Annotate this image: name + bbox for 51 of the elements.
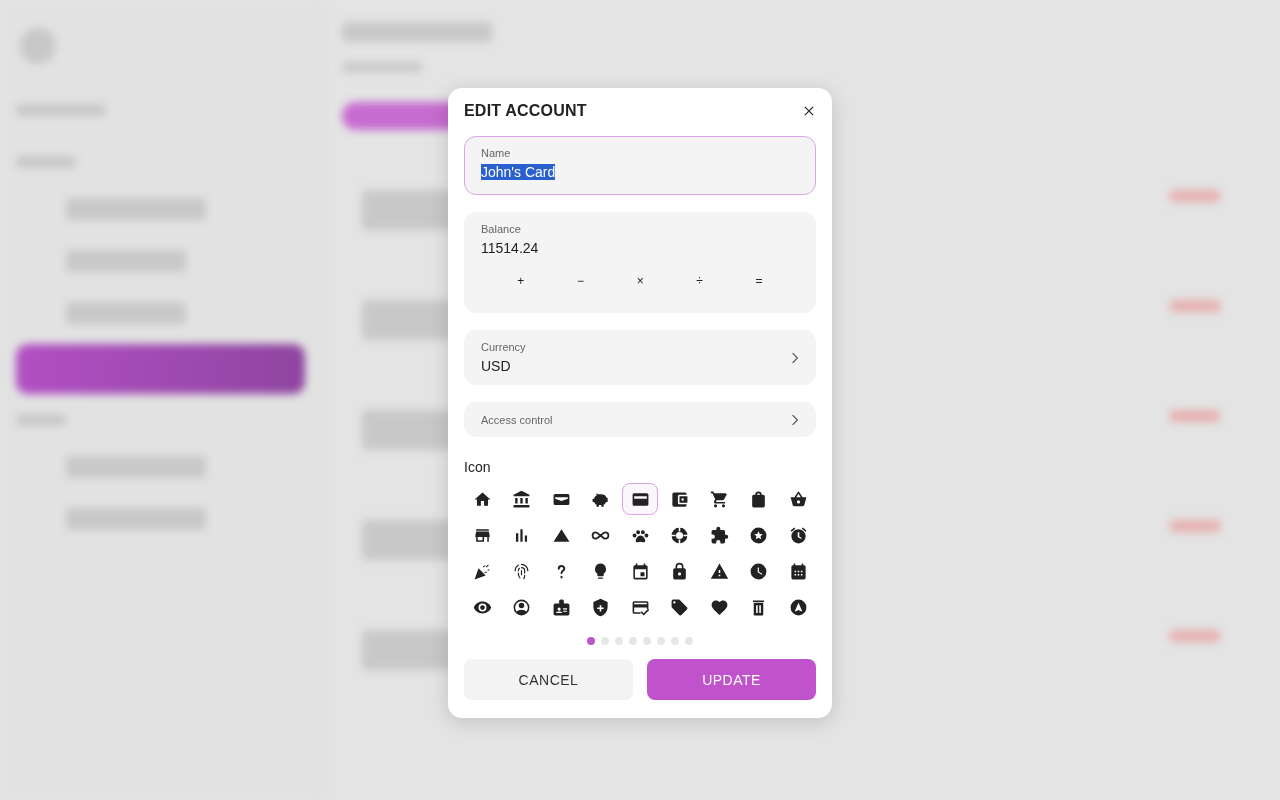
page-dot[interactable] (643, 637, 651, 645)
page-dot[interactable] (657, 637, 665, 645)
dialog-title: EDIT ACCOUNT (464, 102, 587, 120)
currency-field[interactable]: Currency USD (464, 330, 816, 385)
update-button[interactable]: UPDATE (647, 659, 816, 700)
calendar-icon (788, 561, 808, 581)
lock-icon (670, 561, 689, 581)
heart-icon (709, 597, 729, 617)
close-icon[interactable] (802, 104, 816, 118)
field-value: John's Card (481, 164, 556, 180)
icon-option[interactable] (622, 483, 658, 515)
home-icon (472, 489, 492, 509)
basket-icon (788, 489, 808, 509)
tag-icon (670, 597, 689, 617)
calendar-event-icon (630, 561, 650, 581)
shield-plus-icon (591, 597, 610, 617)
page-dot[interactable] (587, 637, 595, 645)
field-value: USD (481, 358, 511, 374)
chevron-right-icon (791, 413, 799, 426)
clock-icon (749, 561, 768, 581)
calculator-key[interactable]: − (567, 270, 594, 292)
lifebuoy-icon (670, 525, 689, 545)
id-badge-icon (551, 597, 571, 617)
page-dot[interactable] (615, 637, 623, 645)
section-label: Icon (464, 459, 491, 475)
access-control-row[interactable]: Access control (464, 402, 816, 437)
name-field[interactable]: Name John's Card (464, 136, 816, 195)
bank-icon (512, 489, 531, 509)
shopping-bag-icon (749, 489, 768, 509)
field-label: Name (481, 147, 511, 159)
page-dot[interactable] (629, 637, 637, 645)
alarm-clock-icon (788, 525, 808, 545)
page-dot[interactable] (671, 637, 679, 645)
field-label: Balance (481, 223, 521, 235)
fingerprint-icon (512, 561, 531, 581)
calculator-key[interactable]: × (626, 270, 654, 292)
row-label: Access control (481, 413, 553, 426)
cart-icon (709, 489, 729, 509)
field-value: 11514.24 (481, 240, 539, 256)
wallet-icon (670, 489, 689, 509)
calculator-key[interactable]: + (507, 270, 535, 292)
cancel-button[interactable]: CANCEL (464, 659, 633, 700)
field-label: Currency (481, 341, 526, 353)
calculator-key[interactable]: = (745, 270, 773, 292)
page-dot[interactable] (685, 637, 693, 645)
calculator-key[interactable]: ÷ (686, 270, 713, 292)
balance-field[interactable]: Balance 11514.24 + − × ÷ = (464, 212, 816, 313)
warning-icon (709, 561, 729, 581)
page-dot[interactable] (601, 637, 609, 645)
chevron-right-icon (791, 351, 799, 364)
puzzle-icon (709, 525, 729, 545)
